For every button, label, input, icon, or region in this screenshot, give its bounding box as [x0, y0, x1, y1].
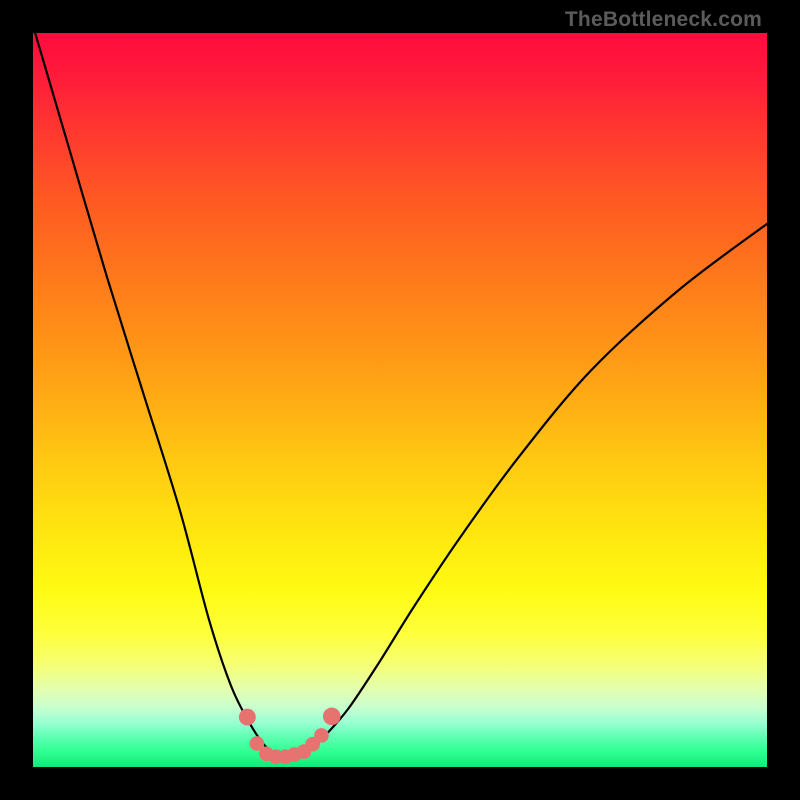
highlight-dot	[314, 728, 329, 743]
plot-area	[33, 33, 767, 767]
watermark-label: TheBottleneck.com	[565, 8, 762, 32]
chart-frame: TheBottleneck.com	[0, 0, 800, 800]
bottleneck-curve	[33, 33, 767, 757]
highlight-dot	[323, 708, 341, 726]
highlight-dot	[239, 709, 256, 726]
highlight-dots	[239, 708, 341, 765]
chart-svg	[33, 33, 767, 767]
